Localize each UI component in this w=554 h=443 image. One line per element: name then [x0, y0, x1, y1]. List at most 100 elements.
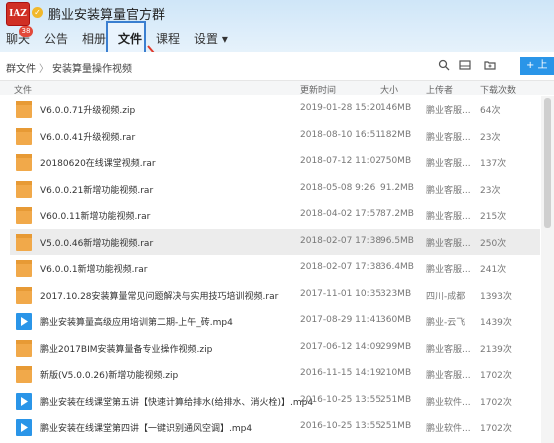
file-downloads: 1439次 [480, 318, 512, 328]
search-icon[interactable] [438, 59, 450, 71]
archive-file-icon [16, 339, 32, 357]
file-downloads: 2139次 [480, 344, 512, 355]
file-name[interactable]: V6.0.0.1新增功能视频.rar [40, 262, 147, 275]
file-downloads: 1702次 [480, 397, 512, 408]
file-updated: 2016-11-15 14:19 [300, 368, 382, 378]
file-uploader: 鹏业-云飞 [426, 318, 466, 328]
file-row[interactable]: 鹏业安装算量高级应用培训第二期-上午_砖.mp4 2017-08-29 11:41… [10, 308, 540, 334]
column-updated[interactable]: 更新时间 [300, 83, 336, 96]
file-updated: 2018-08-10 16:51 [300, 129, 382, 140]
file-size: 323MB [380, 288, 412, 299]
file-name[interactable]: V6.0.0.41升级视频.rar [40, 130, 135, 143]
file-name[interactable]: 鹏业安装在线课堂第四讲【一键识别通风空调】.mp4 [40, 421, 252, 434]
file-row[interactable]: 鹏业安装在线课堂第五讲【快速计算给排水(给排水、消火栓)】.mp4 2016-10… [10, 388, 540, 414]
column-file[interactable]: 文件 [14, 83, 32, 96]
file-updated: 2019-01-28 15:20 [300, 103, 382, 113]
archive-file-icon [16, 233, 32, 251]
video-file-icon [16, 392, 32, 410]
file-row[interactable]: V6.0.0.21新增功能视频.rar 2018-05-08 9:26 91.2MB… [10, 176, 540, 202]
column-header [0, 81, 554, 95]
file-uploader: 鹏业软件... [426, 397, 471, 408]
upload-button[interactable]: + 上 [520, 57, 554, 75]
file-uploader: 鹏业客服... [426, 106, 471, 116]
file-name[interactable]: V6.0.0.71升级视频.zip [40, 103, 135, 116]
file-name[interactable]: 鹏业安装在线课堂第五讲【快速计算给排水(给排水、消火栓)】.mp4 [40, 395, 313, 408]
file-updated: 2018-07-12 11:02 [300, 156, 382, 166]
archive-file-icon [16, 153, 32, 171]
column-uploader[interactable]: 上传者 [426, 83, 453, 96]
file-name[interactable]: V6.0.0.21新增功能视频.rar [40, 183, 153, 196]
file-updated: 2016-10-25 13:55 [300, 394, 382, 405]
file-downloads: 250次 [480, 238, 507, 249]
file-updated: 2017-06-12 14:09 [300, 341, 382, 352]
column-size[interactable]: 大小 [380, 83, 398, 96]
file-size: 251MB [380, 421, 412, 431]
file-uploader: 四川-成都 [426, 291, 466, 302]
file-row[interactable]: 鹏业2017BIM安装算量备专业操作视频.zip 2017-06-12 14:09… [10, 335, 540, 361]
file-name[interactable]: V60.0.11新增功能视频.rar [40, 209, 150, 222]
file-size: 750MB [380, 156, 412, 166]
file-row[interactable]: 鹏业安装在线课堂第四讲【一键识别通风空调】.mp4 2016-10-25 13:5… [10, 414, 540, 440]
file-size: 210MB [380, 368, 412, 378]
file-uploader: 鹏业客服... [426, 185, 471, 196]
column-downloads[interactable]: 下载次数 [480, 83, 516, 96]
file-row[interactable]: V6.0.0.41升级视频.rar 2018-08-10 16:51 182MB 鹏业… [10, 123, 540, 149]
file-name[interactable]: 鹏业2017BIM安装算量备专业操作视频.zip [40, 342, 212, 355]
file-row[interactable]: 20180620在线课堂视频.rar 2018-07-12 11:02 750MB 鹏… [10, 149, 540, 175]
file-row[interactable]: 新版(V5.0.0.26)新增功能视频.zip 2016-11-15 14:19 2… [10, 361, 540, 387]
file-updated: 2018-04-02 17:57 [300, 209, 382, 219]
file-downloads: 64次 [480, 106, 501, 116]
file-uploader: 鹏业客服... [426, 371, 471, 381]
file-size: 360MB [380, 315, 412, 325]
archive-file-icon [16, 127, 32, 145]
file-downloads: 215次 [480, 212, 507, 222]
archive-file-icon [16, 206, 32, 224]
file-row[interactable]: V6.0.0.71升级视频.zip 2019-01-28 15:20 146MB 鹏业… [10, 96, 540, 122]
file-downloads: 1393次 [480, 291, 512, 302]
file-downloads: 1702次 [480, 424, 512, 434]
archive-file-icon [16, 100, 32, 118]
archive-file-icon [16, 259, 32, 277]
file-size: 36.4MB [380, 262, 414, 272]
file-row[interactable]: V60.0.11新增功能视频.rar 2018-04-02 17:57 87.2MB… [10, 202, 540, 228]
file-updated: 2018-02-07 17:38 [300, 262, 382, 272]
file-updated: 2017-08-29 11:41 [300, 315, 382, 325]
file-size: 91.2MB [380, 182, 414, 193]
file-name[interactable]: 20180620在线课堂视频.rar [40, 156, 156, 169]
breadcrumb-separator: 〉 [39, 64, 49, 75]
file-uploader: 鹏业客服... [426, 132, 471, 143]
file-size: 299MB [380, 341, 412, 352]
file-name[interactable]: 鹏业安装算量高级应用培训第二期-上午_砖.mp4 [40, 315, 233, 328]
file-updated: 2018-05-08 9:26 [300, 182, 376, 193]
file-uploader: 鹏业客服... [426, 212, 471, 222]
file-updated: 2017-11-01 10:35 [300, 288, 382, 299]
file-downloads: 23次 [480, 132, 501, 143]
file-updated: 2016-10-25 13:55 [300, 421, 382, 431]
video-file-icon [16, 418, 32, 436]
breadcrumb-root[interactable]: 群文件 [6, 60, 36, 75]
file-updated: 2018-02-07 17:38 [300, 235, 382, 246]
file-row[interactable]: 2017.10.28安装算量常见问题解决与实用技巧培训视频.rar 2017-11… [10, 282, 540, 308]
file-name[interactable]: 新版(V5.0.0.26)新增功能视频.zip [40, 368, 178, 381]
file-name[interactable]: V5.0.0.46新增功能视频.rar [40, 236, 153, 249]
breadcrumb-folder[interactable]: 安装算量操作视频 [52, 60, 132, 75]
file-downloads: 1702次 [480, 371, 512, 381]
file-downloads: 137次 [480, 159, 507, 169]
file-uploader: 鹏业客服... [426, 159, 471, 169]
file-downloads: 23次 [480, 185, 501, 196]
file-size: 96.5MB [380, 235, 414, 246]
new-folder-icon[interactable] [484, 59, 496, 71]
video-file-icon [16, 312, 32, 330]
file-downloads: 241次 [480, 265, 507, 275]
file-uploader: 鹏业客服... [426, 238, 471, 249]
scrollbar-thumb[interactable] [544, 98, 551, 228]
file-row[interactable]: V5.0.0.46新增功能视频.rar 2018-02-07 17:38 96.5M… [10, 228, 540, 255]
file-name[interactable]: 2017.10.28安装算量常见问题解决与实用技巧培训视频.rar [40, 289, 278, 302]
file-row[interactable]: V6.0.0.1新增功能视频.rar 2018-02-07 17:38 36.4MB… [10, 255, 540, 281]
file-uploader: 鹏业软件... [426, 424, 471, 434]
inbox-icon[interactable] [459, 59, 471, 71]
archive-file-icon [16, 365, 32, 383]
file-size: 146MB [380, 103, 412, 113]
file-size: 251MB [380, 394, 412, 405]
file-uploader: 鹏业客服... [426, 344, 471, 355]
